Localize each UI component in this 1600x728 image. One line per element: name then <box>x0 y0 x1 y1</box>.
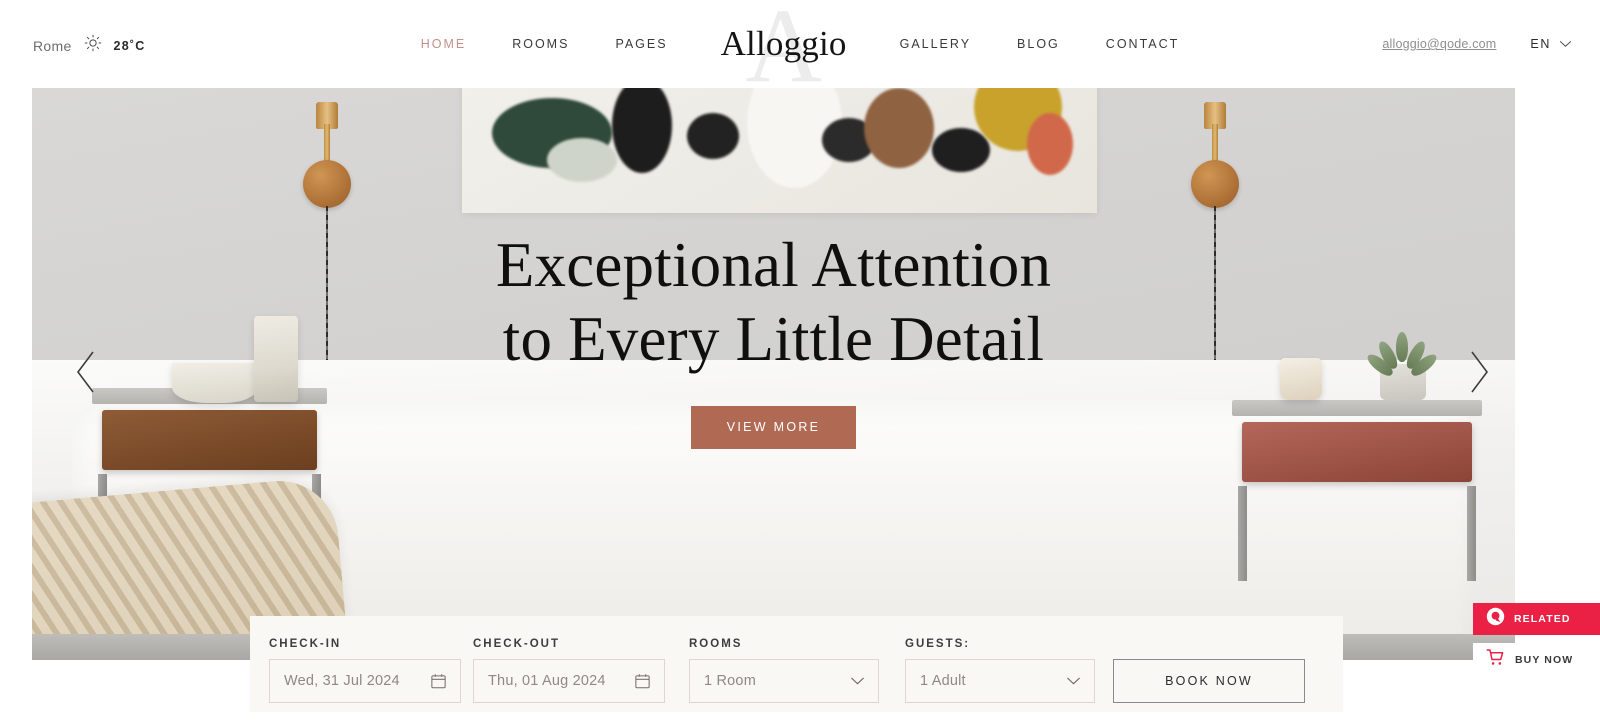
nav-item-contact[interactable]: CONTACT <box>1083 37 1203 51</box>
checkout-value: Thu, 01 Aug 2024 <box>488 673 606 689</box>
calendar-icon[interactable] <box>430 673 447 690</box>
chevron-down-icon <box>1066 677 1081 686</box>
view-more-button[interactable]: VIEW MORE <box>690 405 857 449</box>
rooms-value: 1 Room <box>704 673 756 689</box>
checkin-label: CHECK-IN <box>269 638 342 650</box>
hero-title: Exceptional Attention to Every Little De… <box>496 229 1051 375</box>
hero-title-line-2: to Every Little Detail <box>502 303 1045 374</box>
qode-logo-icon <box>1486 607 1505 631</box>
main-navigation: HOME ROOMS PAGES A Alloggio GALLERY BLOG… <box>0 0 1600 99</box>
language-switcher[interactable]: EN <box>1530 35 1572 53</box>
logo-text: Alloggio <box>720 24 847 63</box>
guests-select[interactable]: 1 Adult <box>905 659 1095 703</box>
hero-content: Exceptional Attention to Every Little De… <box>32 88 1515 660</box>
booking-field-rooms: ROOMS 1 Room <box>689 638 879 703</box>
qode-buy-now-label: BUY NOW <box>1515 653 1574 666</box>
site-logo[interactable]: A Alloggio <box>709 0 859 99</box>
booking-field-checkout: CHECK-OUT Thu, 01 Aug 2024 <box>473 638 665 703</box>
nav-group-left: HOME ROOMS PAGES <box>398 37 691 51</box>
qode-related-label: RELATED <box>1514 613 1571 625</box>
booking-field-guests: GUESTS: 1 Adult <box>905 638 1095 703</box>
header-utilities: alloggio@qode.com EN <box>1382 0 1572 88</box>
slider-prev-button[interactable] <box>60 348 112 400</box>
qode-related-badge[interactable]: RELATED <box>1473 603 1600 635</box>
hero-slider: Exceptional Attention to Every Little De… <box>32 88 1515 660</box>
nav-item-home[interactable]: HOME <box>398 37 490 51</box>
rooms-select[interactable]: 1 Room <box>689 659 879 703</box>
checkin-input[interactable]: Wed, 31 Jul 2024 <box>269 659 461 703</box>
chevron-left-icon <box>71 349 101 400</box>
checkout-label: CHECK-OUT <box>473 638 560 650</box>
qode-buy-now-button[interactable]: BUY NOW <box>1473 643 1600 676</box>
guests-label: GUESTS: <box>905 638 971 650</box>
booking-bar: CHECK-IN Wed, 31 Jul 2024 CHECK-OUT Thu,… <box>250 616 1343 712</box>
checkin-value: Wed, 31 Jul 2024 <box>284 673 400 689</box>
chevron-down-icon <box>1559 35 1572 53</box>
book-now-button[interactable]: BOOK NOW <box>1113 659 1305 703</box>
page-root: Rome 28˚C HOME ROOMS PAGES A Alloggio GA… <box>0 0 1600 728</box>
nav-item-blog[interactable]: BLOG <box>994 37 1083 51</box>
calendar-icon[interactable] <box>634 673 651 690</box>
cart-icon <box>1486 648 1505 672</box>
nav-item-rooms[interactable]: ROOMS <box>489 37 592 51</box>
chevron-right-icon <box>1464 349 1494 400</box>
chevron-down-icon <box>850 677 865 686</box>
nav-group-right: GALLERY BLOG CONTACT <box>877 37 1203 51</box>
guests-value: 1 Adult <box>920 673 966 689</box>
contact-email-link[interactable]: alloggio@qode.com <box>1382 37 1496 51</box>
nav-item-gallery[interactable]: GALLERY <box>877 37 994 51</box>
nav-item-pages[interactable]: PAGES <box>592 37 690 51</box>
language-label: EN <box>1530 37 1551 51</box>
site-header: Rome 28˚C HOME ROOMS PAGES A Alloggio GA… <box>0 0 1600 99</box>
hero-title-line-1: Exceptional Attention <box>495 230 1052 301</box>
slider-next-button[interactable] <box>1453 348 1505 400</box>
booking-field-checkin: CHECK-IN Wed, 31 Jul 2024 <box>269 638 461 703</box>
checkout-input[interactable]: Thu, 01 Aug 2024 <box>473 659 665 703</box>
rooms-label: ROOMS <box>689 638 743 650</box>
